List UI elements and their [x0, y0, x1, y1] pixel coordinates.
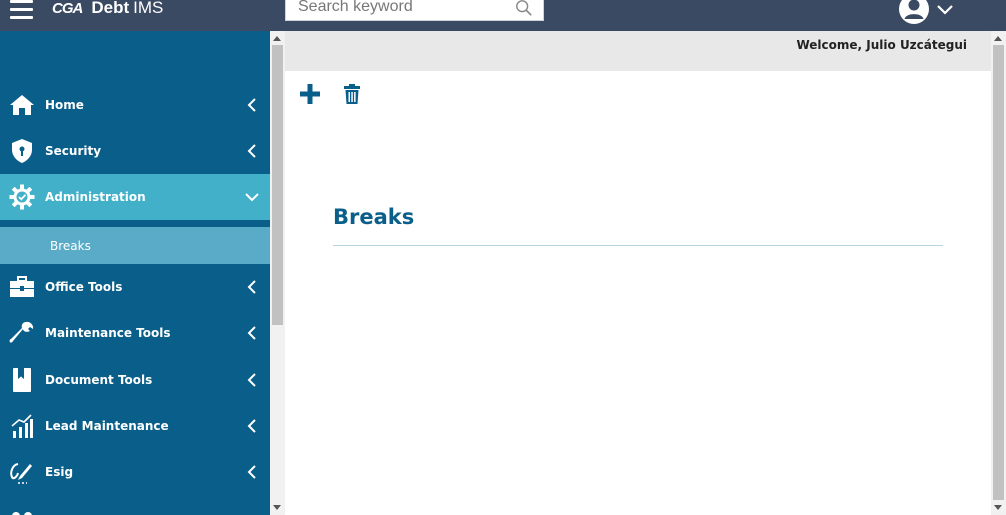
scrollbar-thumb[interactable]: [272, 45, 283, 325]
signature-icon: [9, 459, 35, 485]
sidebar-item-security[interactable]: Security: [0, 128, 270, 174]
sidebar-item-label: Administration: [45, 190, 146, 204]
bar-chart-icon: [9, 413, 35, 439]
plus-icon: [300, 84, 320, 104]
sidebar-item-label: Maintenance Tools: [45, 326, 171, 340]
sidebar-item-label: Esig: [45, 465, 74, 479]
sidebar-item-document-tools[interactable]: Document Tools: [0, 357, 270, 403]
scroll-up-arrow-icon[interactable]: [273, 36, 281, 41]
sidebar-item-administration[interactable]: Administration: [0, 174, 270, 220]
toolbox-icon: [9, 274, 35, 300]
sidebar-item-label: Security: [45, 144, 102, 158]
app-logo[interactable]: CGA Debt IMS: [52, 0, 163, 20]
page-scrollbar[interactable]: [991, 31, 1006, 515]
welcome-text: Welcome, Julio Uzcátegui: [796, 38, 967, 52]
scroll-down-arrow-icon[interactable]: [273, 505, 281, 510]
sidebar-item-label: Home: [45, 98, 84, 112]
chevron-left-icon: [247, 144, 256, 158]
top-bar: CGA Debt IMS: [0, 0, 1006, 31]
trash-icon: [344, 83, 360, 104]
scroll-down-arrow-icon[interactable]: [994, 505, 1002, 510]
scroll-up-arrow-icon[interactable]: [994, 36, 1002, 41]
sidebar-item-label: Office Tools: [45, 280, 123, 294]
search-input[interactable]: [286, 0, 506, 19]
title-divider: [333, 245, 943, 246]
wrench-icon: [9, 320, 35, 346]
chevron-left-icon: [247, 98, 256, 112]
sidebar-item-esig[interactable]: Esig: [0, 449, 270, 495]
users-icon: [10, 508, 36, 515]
chevron-left-icon: [247, 280, 256, 294]
sidebar-item-label: Lead Maintenance: [45, 419, 169, 433]
bookmark-icon: [9, 367, 35, 393]
sidebar: Home Security Administration Breaks Offi…: [0, 31, 270, 515]
chevron-left-icon: [247, 419, 256, 433]
menu-icon[interactable]: [10, 0, 34, 20]
delete-button[interactable]: [340, 82, 364, 106]
chevron-down-icon[interactable]: [936, 3, 954, 15]
sidebar-item-home[interactable]: Home: [0, 82, 270, 128]
welcome-bar: Welcome, Julio Uzcátegui: [285, 31, 991, 71]
brand-name: Debt: [91, 0, 130, 17]
brand-mark: CGA: [52, 0, 83, 17]
chevron-left-icon: [247, 465, 256, 479]
shield-icon: [9, 138, 35, 164]
add-button[interactable]: [298, 82, 322, 106]
sidebar-item-label: Document Tools: [45, 373, 153, 387]
sidebar-item-lead-maintenance[interactable]: Lead Maintenance: [0, 403, 270, 449]
sidebar-item-maintenance-tools[interactable]: Maintenance Tools: [0, 310, 270, 356]
sidebar-subitem-label: Breaks: [50, 238, 91, 253]
gear-check-icon: [9, 184, 35, 210]
main-content: Breaks: [285, 71, 991, 515]
sidebar-subitem-breaks[interactable]: Breaks: [0, 227, 270, 264]
page-title: Breaks: [333, 205, 415, 229]
brand-suffix: IMS: [133, 0, 164, 17]
home-icon: [9, 92, 35, 118]
chevron-left-icon: [247, 373, 256, 387]
chevron-left-icon: [247, 326, 256, 340]
chevron-down-icon: [245, 193, 259, 202]
scrollbar-thumb[interactable]: [993, 45, 1004, 500]
sidebar-scrollbar[interactable]: [270, 31, 285, 515]
search-box: [285, 0, 544, 21]
user-menu[interactable]: [898, 0, 954, 24]
sidebar-item-office-tools[interactable]: Office Tools: [0, 264, 270, 310]
user-avatar-icon[interactable]: [898, 0, 930, 25]
search-icon[interactable]: [515, 0, 533, 17]
